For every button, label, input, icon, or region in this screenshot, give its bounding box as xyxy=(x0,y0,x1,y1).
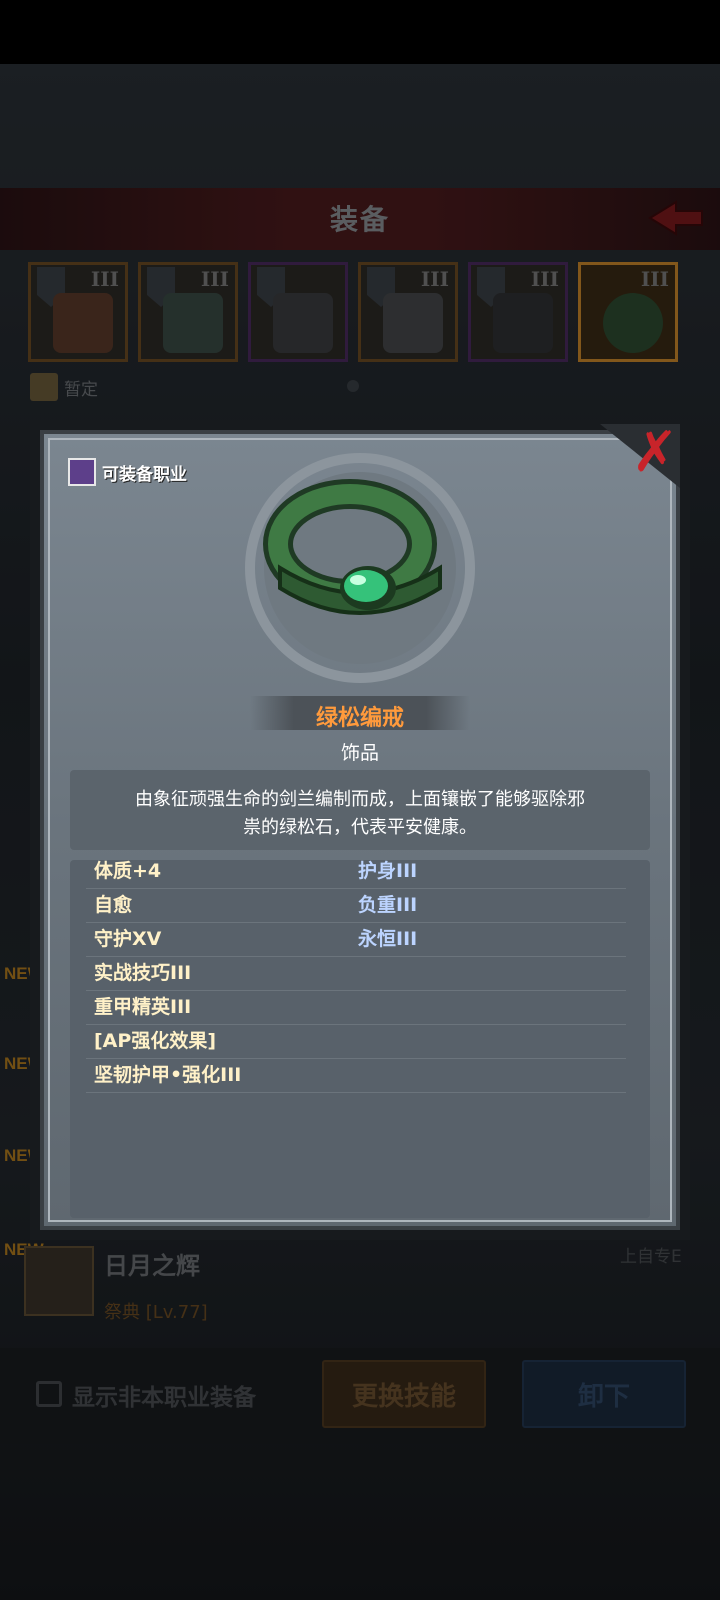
item-name: 绿松编戒 xyxy=(315,706,404,731)
stat-row: [AP强化效果] xyxy=(86,1024,626,1059)
stat-left: 守护XV xyxy=(94,928,162,950)
item-description: 由象征顽强生命的剑兰编制而成，上面镶嵌了能够驱除邪 祟的绿松石，代表平安健康。 xyxy=(100,786,620,842)
stat-row: 重甲精英III xyxy=(86,990,626,1025)
job-class-icon[interactable] xyxy=(68,458,96,486)
stat-left: 实战技巧III xyxy=(94,962,192,984)
status-bar xyxy=(0,0,720,64)
item-type: 饰品 xyxy=(340,742,379,764)
stat-row: 实战技巧III xyxy=(86,956,626,991)
stat-left: 坚韧护甲•强化III xyxy=(94,1064,242,1086)
stat-row: 坚韧护甲•强化III xyxy=(86,1058,626,1093)
stat-left: 自愈 xyxy=(94,894,133,916)
stat-row: 体质+4 护身III xyxy=(86,854,626,889)
stat-left: [AP强化效果] xyxy=(94,1030,216,1052)
stat-row: 自愈 负重III xyxy=(86,888,626,923)
stat-right: 永恒III xyxy=(358,928,418,950)
description-line: 祟的绿松石，代表平安健康。 xyxy=(243,817,477,838)
stat-left: 体质+4 xyxy=(94,860,162,882)
close-icon[interactable]: ✗ xyxy=(630,424,680,482)
description-line: 由象征顽强生命的剑兰编制而成，上面镶嵌了能够驱除邪 xyxy=(135,789,585,810)
stat-right: 负重III xyxy=(358,894,418,916)
stat-left: 重甲精英III xyxy=(94,996,192,1018)
stat-right: 护身III xyxy=(358,860,418,882)
equippable-class-label[interactable]: 可装备职业 xyxy=(102,460,187,485)
stat-row: 守护XV 永恒III xyxy=(86,922,626,957)
ring-icon xyxy=(245,453,475,683)
